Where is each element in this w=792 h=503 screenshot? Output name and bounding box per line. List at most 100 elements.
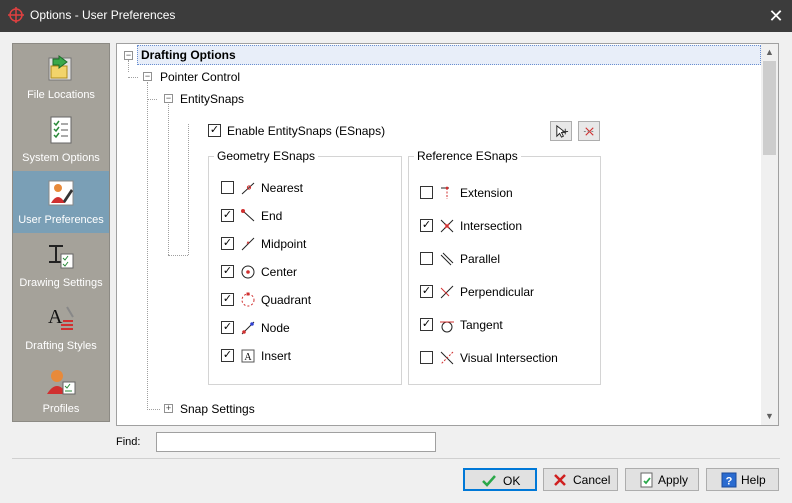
sidebar-item-label: System Options: [22, 152, 100, 164]
esnap-checkbox[interactable]: ✓: [221, 237, 234, 250]
esnap-checkbox[interactable]: ✓: [221, 209, 234, 222]
help-icon: ?: [721, 472, 737, 488]
separator: [12, 458, 780, 459]
enable-esnaps-label: Enable EntitySnaps (ESnaps): [227, 124, 386, 138]
window-title: Options - User Preferences: [30, 8, 176, 22]
sidebar-item-file-locations[interactable]: File Locations: [13, 46, 109, 108]
checklist-icon: [50, 116, 72, 144]
cancel-button[interactable]: Cancel: [543, 468, 618, 491]
cancel-label: Cancel: [573, 473, 611, 487]
cursor-select-icon: [556, 124, 569, 138]
clear-snaps-button[interactable]: [578, 121, 600, 141]
tree-line: [147, 99, 157, 100]
tree-line: [168, 104, 169, 255]
intersection-snap-icon: [440, 219, 454, 233]
vertical-scrollbar[interactable]: ▲ ▼: [761, 44, 778, 425]
select-snap-button[interactable]: [550, 121, 572, 141]
svg-text:A: A: [48, 306, 63, 328]
apply-label: Apply: [658, 473, 689, 487]
tree-line: [168, 255, 188, 256]
esnap-label[interactable]: Midpoint: [261, 237, 306, 251]
user-pencil-icon: [48, 180, 74, 206]
help-button[interactable]: ? Help: [706, 468, 779, 491]
collapse-icon[interactable]: −: [143, 72, 152, 81]
collapse-icon[interactable]: −: [164, 94, 173, 103]
sidebar-item-label: Drawing Settings: [19, 277, 103, 289]
esnap-checkbox[interactable]: ✓: [420, 285, 433, 298]
scroll-up-icon[interactable]: ▲: [761, 44, 778, 61]
tree-item-pointer-control[interactable]: Pointer Control: [160, 70, 240, 84]
esnap-label[interactable]: Nearest: [261, 181, 303, 195]
options-tree: − Drafting Options − Pointer Control − E…: [116, 43, 779, 426]
sidebar-item-drafting-styles[interactable]: A Drafting Styles: [13, 297, 109, 359]
collapse-icon[interactable]: −: [124, 51, 133, 60]
center-snap-icon: [241, 265, 255, 279]
scroll-thumb[interactable]: [763, 61, 776, 155]
esnap-checkbox[interactable]: ✓: [221, 321, 234, 334]
sidebar-item-label: Profiles: [42, 403, 80, 415]
tree-line: [147, 409, 160, 410]
app-logo-icon: [8, 7, 24, 23]
esnap-label[interactable]: Center: [261, 265, 297, 279]
esnap-checkbox[interactable]: [221, 181, 234, 194]
sidebar-item-label: File Locations: [27, 89, 95, 101]
geometry-esnaps-group: Geometry ESnaps: [208, 149, 402, 385]
svg-text:?: ?: [726, 476, 733, 488]
find-input[interactable]: [156, 432, 436, 452]
sidebar-item-label: User Preferences: [18, 214, 104, 226]
sidebar-item-drawing-settings[interactable]: Drawing Settings: [13, 234, 109, 296]
close-icon[interactable]: ✕: [762, 2, 790, 30]
expand-icon[interactable]: +: [164, 404, 173, 413]
esnap-checkbox[interactable]: ✓: [221, 293, 234, 306]
esnap-label[interactable]: Visual Intersection: [460, 351, 558, 365]
tree-item-drafting-options[interactable]: Drafting Options: [141, 48, 236, 62]
parallel-snap-icon: [440, 252, 454, 266]
folder-arrow-icon: [48, 55, 72, 81]
sidebar-item-profiles[interactable]: Profiles: [13, 360, 109, 422]
ok-button[interactable]: OK: [463, 468, 537, 491]
esnap-checkbox[interactable]: ✓: [420, 219, 433, 232]
apply-document-icon: [640, 472, 653, 488]
group-title: Reference ESnaps: [414, 149, 521, 163]
esnap-label[interactable]: End: [261, 209, 282, 223]
help-label: Help: [741, 473, 766, 487]
esnap-label[interactable]: Extension: [460, 186, 513, 200]
user-profile-icon: [47, 370, 76, 395]
enable-esnaps-checkbox[interactable]: ✓: [208, 124, 221, 137]
sidebar: File Locations System Options User Prefe…: [12, 43, 110, 422]
tree-item-entity-snaps[interactable]: EntitySnaps: [180, 92, 244, 106]
node-snap-icon: [241, 321, 255, 335]
esnap-label[interactable]: Perpendicular: [460, 285, 534, 299]
sidebar-item-system-options[interactable]: System Options: [13, 109, 109, 171]
cancel-x-icon: [554, 474, 566, 486]
esnap-label[interactable]: Node: [261, 321, 290, 335]
extension-snap-icon: [441, 186, 449, 199]
tree-line: [147, 82, 148, 410]
visual-intersection-snap-icon: [440, 351, 454, 365]
text-style-icon: A: [48, 306, 74, 330]
nearest-snap-icon: [241, 182, 255, 195]
svg-text:A: A: [244, 352, 252, 363]
esnap-checkbox[interactable]: ✓: [221, 265, 234, 278]
scroll-down-icon[interactable]: ▼: [761, 408, 778, 425]
tree-item-snap-settings[interactable]: Snap Settings: [180, 402, 255, 416]
esnap-checkbox[interactable]: ✓: [420, 318, 433, 331]
esnap-checkbox[interactable]: [420, 186, 433, 199]
ok-label: OK: [503, 474, 521, 488]
end-snap-icon: [241, 209, 255, 222]
sidebar-item-user-preferences[interactable]: User Preferences: [13, 171, 109, 233]
esnap-label[interactable]: Parallel: [460, 252, 500, 266]
quadrant-snap-icon: [241, 292, 255, 307]
esnap-checkbox[interactable]: ✓: [221, 349, 234, 362]
group-title: Geometry ESnaps: [214, 149, 319, 163]
midpoint-snap-icon: [241, 237, 255, 251]
esnap-label[interactable]: Insert: [261, 349, 291, 363]
tree-line: [188, 124, 189, 255]
esnap-checkbox[interactable]: [420, 252, 433, 265]
esnap-checkbox[interactable]: [420, 351, 433, 364]
esnap-label[interactable]: Tangent: [460, 318, 503, 332]
esnap-label[interactable]: Intersection: [460, 219, 522, 233]
apply-button[interactable]: Apply: [625, 468, 699, 491]
title-bar: Options - User Preferences ✕: [0, 0, 792, 32]
esnap-label[interactable]: Quadrant: [261, 293, 311, 307]
